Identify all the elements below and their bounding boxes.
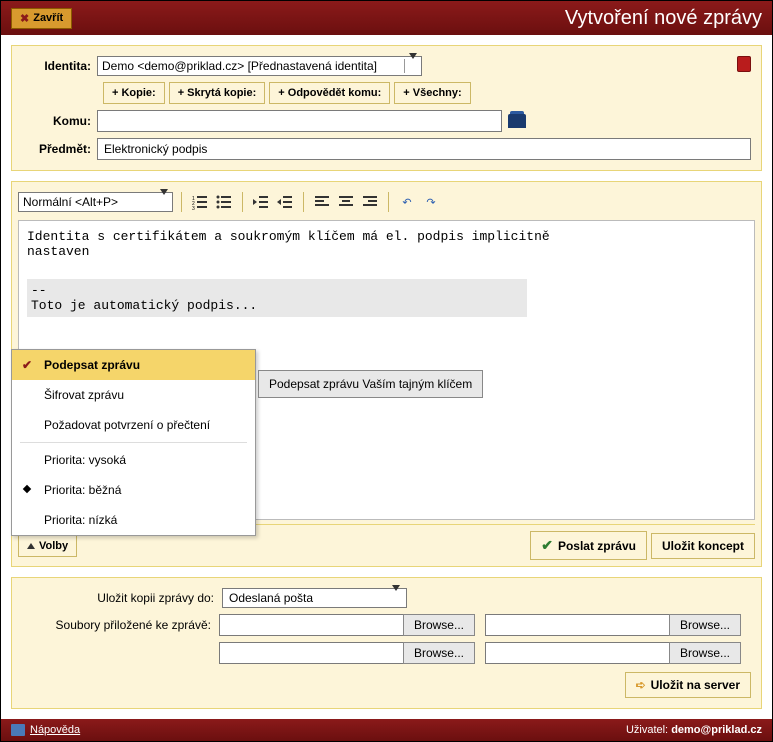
identity-label: Identita:	[22, 59, 97, 73]
compose-header-section: Identita: Demo <demo@priklad.cz> [Předna…	[11, 45, 762, 171]
body-line: Identita s certifikátem a soukromým klíč…	[27, 229, 746, 244]
options-button[interactable]: Volby	[18, 535, 77, 557]
check-icon: ✔	[22, 358, 32, 372]
attach-section: Uložit kopii zprávy do: Odeslaná pošta S…	[11, 577, 762, 709]
add-replyto-button[interactable]: + Odpovědět komu:	[269, 82, 390, 104]
identity-value: Demo <demo@priklad.cz> [Přednastavená id…	[102, 59, 377, 73]
save-copy-label: Uložit kopii zprávy do:	[22, 591, 222, 605]
footer: Nápověda Uživatel: demo@priklad.cz	[1, 719, 772, 741]
help-icon	[11, 724, 25, 736]
unordered-list-icon[interactable]	[214, 192, 234, 212]
indent-icon[interactable]	[275, 192, 295, 212]
save-draft-button[interactable]: Uložit koncept	[651, 533, 755, 559]
chevron-up-icon	[27, 543, 35, 549]
menu-sign-message[interactable]: ✔ Podepsat zprávu	[12, 350, 255, 380]
to-label: Komu:	[22, 114, 97, 128]
format-select[interactable]: Normální <Alt+P>	[18, 192, 173, 212]
addressbook-icon[interactable]	[508, 114, 526, 128]
undo-icon[interactable]: ↶	[397, 192, 417, 212]
redo-icon[interactable]: ↷	[421, 192, 441, 212]
ordered-list-icon[interactable]: 123	[190, 192, 210, 212]
bullet-icon	[23, 485, 31, 493]
body-line: nastaven	[27, 244, 746, 259]
editor-section: Normální <Alt+P> 123 ↶ ↷ Identit	[11, 181, 762, 567]
align-right-icon[interactable]	[360, 192, 380, 212]
folder-value: Odeslaná pošta	[229, 591, 313, 605]
close-icon: ✖	[20, 12, 29, 25]
menu-read-receipt[interactable]: Požadovat potvrzení o přečtení	[12, 410, 255, 440]
signature-separator: --	[31, 283, 523, 298]
menu-label: Šifrovat zprávu	[44, 388, 124, 402]
menu-label: Požadovat potvrzení o přečtení	[44, 418, 210, 432]
format-value: Normální <Alt+P>	[23, 195, 118, 209]
outdent-icon[interactable]	[251, 192, 271, 212]
file-input-4[interactable]	[485, 642, 670, 664]
menu-label: Podepsat zprávu	[44, 358, 140, 372]
options-label: Volby	[39, 540, 68, 552]
menu-encrypt-message[interactable]: Šifrovat zprávu	[12, 380, 255, 410]
menu-label: Priorita: vysoká	[44, 453, 126, 467]
menu-priority-high[interactable]: Priorita: vysoká	[12, 445, 255, 475]
menu-label: Priorita: běžná	[44, 483, 121, 497]
save-draft-label: Uložit koncept	[662, 539, 744, 553]
menu-priority-normal[interactable]: Priorita: běžná	[12, 475, 255, 505]
editor-toolbar: Normální <Alt+P> 123 ↶ ↷	[18, 188, 755, 216]
subject-label: Předmět:	[22, 142, 97, 156]
help-link[interactable]: Nápověda	[30, 724, 80, 736]
chevron-down-icon	[392, 591, 400, 605]
close-label: Zavřít	[33, 12, 63, 24]
subject-input[interactable]	[97, 138, 751, 160]
add-bcc-button[interactable]: + Skrytá kopie:	[169, 82, 266, 104]
add-all-button[interactable]: + Všechny:	[394, 82, 470, 104]
user-label: Uživatel:	[626, 724, 668, 736]
menu-label: Priorita: nízká	[44, 513, 117, 527]
arrow-right-icon: ➪	[636, 678, 646, 692]
save-folder-select[interactable]: Odeslaná pošta	[222, 588, 407, 608]
browse-button-2[interactable]: Browse...	[669, 614, 741, 636]
browse-button-4[interactable]: Browse...	[669, 642, 741, 664]
options-menu: ✔ Podepsat zprávu Šifrovat zprávu Požado…	[11, 349, 256, 536]
tooltip: Podepsat zprávu Vaším tajným klíčem	[258, 370, 483, 398]
upload-label: Uložit na server	[651, 678, 740, 692]
identity-select[interactable]: Demo <demo@priklad.cz> [Přednastavená id…	[97, 56, 422, 76]
file-input-1[interactable]	[219, 614, 404, 636]
signature-block: -- Toto je automatický podpis...	[27, 279, 527, 317]
chevron-down-icon	[404, 59, 417, 73]
file-input-2[interactable]	[485, 614, 670, 636]
attachments-label: Soubory přiložené ke zprávě:	[22, 618, 219, 632]
window-title: Vytvoření nové zprávy	[72, 7, 762, 30]
upload-server-button[interactable]: ➪ Uložit na server	[625, 672, 751, 698]
to-input[interactable]	[97, 110, 502, 132]
browse-button-3[interactable]: Browse...	[403, 642, 475, 664]
menu-priority-low[interactable]: Priorita: nízká	[12, 505, 255, 535]
signature-text: Toto je automatický podpis...	[31, 298, 523, 313]
certificate-icon[interactable]	[737, 56, 751, 72]
send-label: Poslat zprávu	[558, 539, 636, 553]
send-button[interactable]: ✔ Poslat zprávu	[530, 531, 647, 560]
file-input-3[interactable]	[219, 642, 404, 664]
check-icon: ✔	[541, 537, 553, 554]
align-center-icon[interactable]	[336, 192, 356, 212]
window-header: ✖ Zavřít Vytvoření nové zprávy	[1, 1, 772, 35]
svg-text:3: 3	[192, 206, 195, 210]
add-cc-button[interactable]: + Kopie:	[103, 82, 165, 104]
user-value: demo@priklad.cz	[671, 724, 762, 736]
browse-button-1[interactable]: Browse...	[403, 614, 475, 636]
align-left-icon[interactable]	[312, 192, 332, 212]
close-button[interactable]: ✖ Zavřít	[11, 8, 72, 29]
chevron-down-icon	[160, 195, 168, 209]
